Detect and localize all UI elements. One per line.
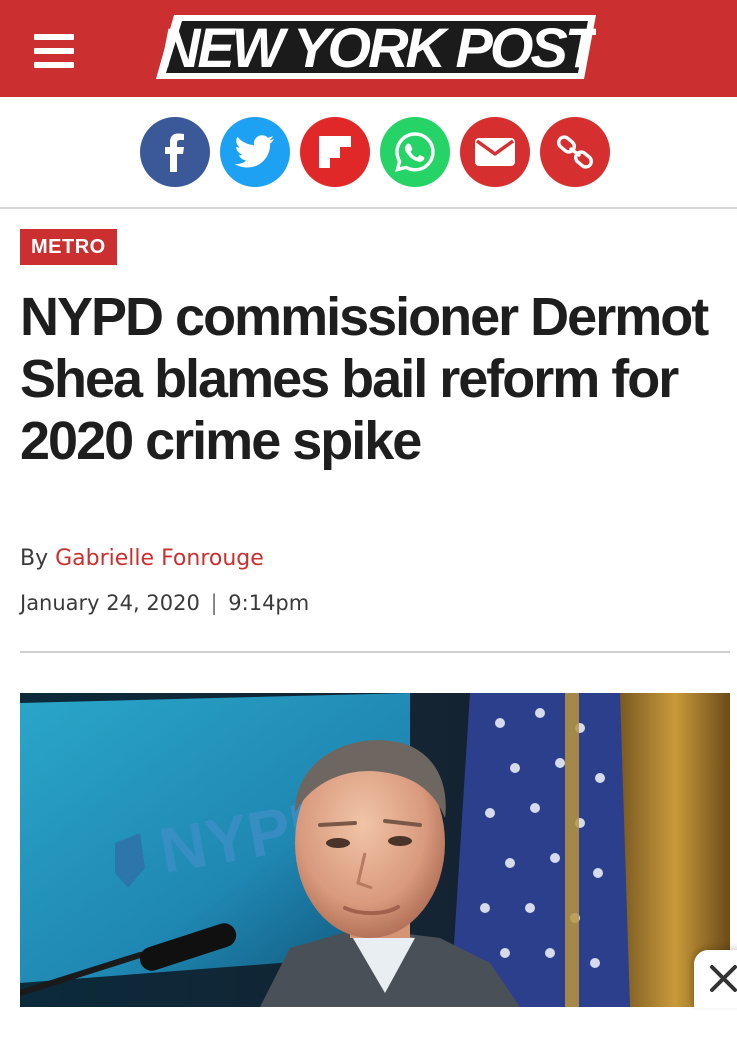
flipboard-icon (319, 136, 351, 168)
hamburger-menu-icon[interactable] (34, 34, 74, 68)
site-header: NEW YORK POST (0, 0, 737, 97)
article-headline: NYPD commissioner Dermot Shea blames bai… (20, 287, 709, 471)
author-link[interactable]: Gabrielle Fonrouge (55, 546, 264, 571)
bottom-ad-strip (0, 1007, 737, 1043)
whatsapp-share-button[interactable] (380, 117, 450, 187)
email-icon (475, 138, 515, 166)
byline-prefix: By (20, 546, 49, 571)
facebook-icon (165, 133, 184, 172)
category-tag[interactable]: METRO (20, 229, 117, 265)
close-ad-button[interactable] (694, 950, 737, 1008)
whatsapp-icon (395, 132, 435, 172)
lead-photo-image: NYPD (20, 693, 730, 1007)
date-separator: | (210, 591, 218, 615)
twitter-icon (235, 135, 274, 168)
divider (20, 651, 730, 653)
new-york-post-logo[interactable]: NEW YORK POST (156, 13, 596, 81)
share-bar (0, 97, 737, 209)
link-icon (557, 135, 593, 169)
flipboard-share-button[interactable] (300, 117, 370, 187)
facebook-share-button[interactable] (140, 117, 210, 187)
publish-date-text: January 24, 2020 (20, 591, 200, 615)
email-share-button[interactable] (460, 117, 530, 187)
twitter-share-button[interactable] (220, 117, 290, 187)
publish-time-text: 9:14pm (228, 591, 310, 615)
article-lead-photo[interactable]: NYPD (20, 693, 730, 1007)
byline: By Gabrielle Fonrouge (20, 546, 264, 571)
close-icon (710, 965, 737, 992)
logo-text: NEW YORK POST (160, 16, 596, 79)
copy-link-share-button[interactable] (540, 117, 610, 187)
publish-date: January 24, 2020 | 9:14pm (20, 591, 309, 615)
